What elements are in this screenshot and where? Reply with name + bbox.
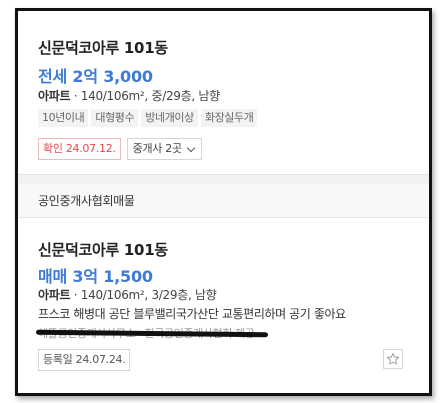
property-type: 아파트: [38, 89, 71, 103]
property-detail: · 140/106m², 중/29층, 남향: [70, 89, 220, 103]
property-detail: · 140/106m², 3/29층, 남향: [70, 288, 217, 302]
section-title: 공인중개사협회매물: [18, 184, 429, 218]
broker-count-label: 중개사 2곳: [132, 142, 182, 155]
listing-card[interactable]: 신문덕코아루 101동 전세 2억 3,000 아파트 · 140/106m²,…: [18, 11, 429, 174]
confirm-date-badge: 확인 24.07.12.: [38, 138, 121, 160]
listing-title[interactable]: 신문덕코아루 101동: [38, 239, 168, 260]
listing-title[interactable]: 신문덕코아루 101동: [38, 37, 168, 58]
property-type: 아파트: [38, 288, 71, 302]
listing-price: 매매 3억 1,500: [38, 267, 153, 286]
broker-count-button[interactable]: 중개사 2곳: [126, 138, 202, 160]
chevron-down-icon: [186, 143, 196, 152]
register-date-badge: 등록일 24.07.24.: [38, 349, 131, 371]
tag: 방네개이상: [141, 109, 198, 127]
section-divider: [18, 174, 429, 184]
tag: 화장실두개: [200, 109, 258, 127]
listing-price: 전세 2억 3,000: [38, 67, 153, 86]
tag: 대형평수: [91, 109, 139, 127]
favorite-button[interactable]: [383, 349, 403, 369]
listing-panel: 신문덕코아루 101동 전세 2억 3,000 아파트 · 140/106m²,…: [15, 8, 432, 396]
tag: 10년이내: [38, 109, 89, 127]
tag-list: 10년이내 대형평수 방네개이상 화장실두개: [38, 109, 258, 127]
listing-info: 아파트 · 140/106m², 3/29층, 남향: [38, 286, 217, 303]
listing-meta-row: 확인 24.07.12. 중개사 2곳: [38, 138, 202, 160]
listing-info: 아파트 · 140/106m², 중/29층, 남향: [38, 87, 220, 104]
listing-description: 프스코 해병대 공단 블루밸리국가산단 교통편리하며 공기 좋아요: [38, 307, 346, 321]
star-outline-icon: [386, 352, 400, 365]
